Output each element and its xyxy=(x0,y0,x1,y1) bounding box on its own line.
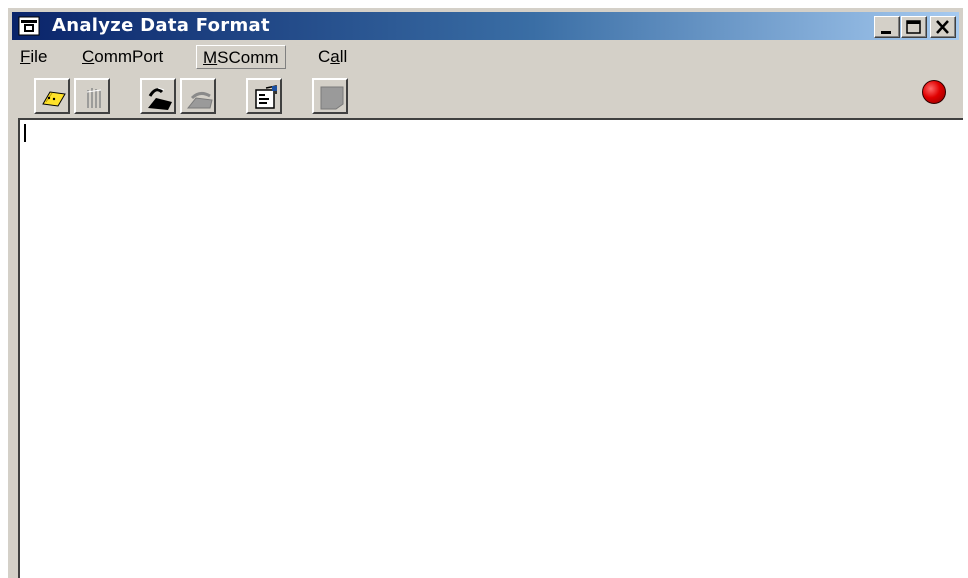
hangup-phone-icon xyxy=(186,91,213,109)
open-port-button[interactable] xyxy=(34,78,70,114)
menu-commport[interactable]: CommPort xyxy=(76,45,169,69)
menu-commport-rest: ommPort xyxy=(94,47,164,66)
clear-icon xyxy=(320,86,344,110)
close-icon xyxy=(936,20,949,34)
menu-commport-mnemonic: C xyxy=(82,47,95,66)
dial-phone-icon xyxy=(148,87,172,110)
properties-button[interactable] xyxy=(246,78,282,114)
title-bar[interactable]: Analyze Data Format xyxy=(12,12,959,40)
menu-mscomm-mnemonic: M xyxy=(203,48,218,67)
close-port-icon xyxy=(86,88,102,108)
menu-call-mnemonic: a xyxy=(330,47,340,66)
menu-call-rest: ll xyxy=(339,47,348,66)
telephone-icon[interactable] xyxy=(18,16,40,36)
dial-phone-button[interactable] xyxy=(140,78,176,114)
minimize-button[interactable] xyxy=(874,16,900,38)
menu-file[interactable]: File xyxy=(14,45,53,69)
connection-status-led xyxy=(922,80,946,104)
menu-file-mnemonic: F xyxy=(20,47,31,66)
text-caret xyxy=(24,124,26,142)
menu-bar: File CommPort MSComm Call xyxy=(12,42,959,72)
close-port-button[interactable] xyxy=(74,78,110,114)
close-button[interactable] xyxy=(930,16,956,38)
open-port-icon xyxy=(42,91,66,107)
hangup-phone-button[interactable] xyxy=(180,78,216,114)
toolbar xyxy=(12,74,959,118)
properties-icon xyxy=(255,85,277,109)
app-window: Analyze Data Format File CommPort MSComm xyxy=(8,8,963,578)
menu-mscomm-rest: SComm xyxy=(217,48,279,67)
minimize-icon xyxy=(881,31,891,34)
clear-button[interactable] xyxy=(312,78,348,114)
data-text-area[interactable] xyxy=(18,118,963,578)
menu-mscomm[interactable]: MSComm xyxy=(196,45,286,69)
menu-file-rest: ile xyxy=(30,47,48,66)
maximize-icon xyxy=(906,20,921,34)
window-title: Analyze Data Format xyxy=(52,15,270,36)
menu-call[interactable]: Call xyxy=(312,45,353,69)
maximize-button[interactable] xyxy=(901,16,927,38)
menu-call-first: C xyxy=(318,47,331,66)
